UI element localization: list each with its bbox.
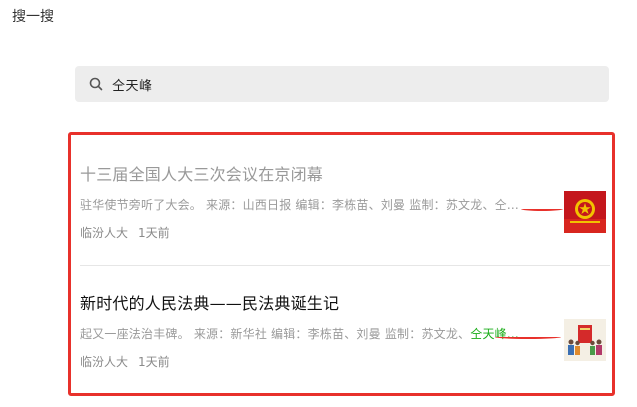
snippet-highlight: 仝天峰... — [470, 327, 519, 341]
annotation-underline — [495, 335, 561, 339]
national-emblem-icon — [564, 191, 606, 233]
civil-code-cover-icon — [564, 319, 606, 361]
snippet-text: 驻华使节旁听了大会。 来源：山西日报 编辑：李栋苗、刘曼 监制：苏文龙、 — [80, 198, 495, 212]
search-page: 搜一搜 仝天峰 十三届全国人大三次会议在京闭幕 驻华使节旁听了大会。 来源：山西… — [0, 0, 637, 407]
search-input[interactable]: 仝天峰 — [112, 75, 153, 94]
results-highlight-box: 十三届全国人大三次会议在京闭幕 驻华使节旁听了大会。 来源：山西日报 编辑：李栋… — [68, 132, 615, 396]
result-time: 1天前 — [138, 226, 170, 240]
result-time: 1天前 — [138, 355, 170, 369]
annotation-underline — [521, 207, 563, 211]
snippet-highlight: 仝... — [494, 198, 519, 212]
result-snippet: 起又一座法治丰碑。 来源：新华社 编辑：李栋苗、刘曼 监制：苏文龙、仝天峰... — [80, 325, 610, 342]
result-source: 临汾人大 — [80, 355, 129, 369]
result-source: 临汾人大 — [80, 226, 129, 240]
result-title[interactable]: 十三届全国人大三次会议在京闭幕 — [80, 161, 610, 185]
search-result-item[interactable]: 十三届全国人大三次会议在京闭幕 驻华使节旁听了大会。 来源：山西日报 编辑：李栋… — [80, 161, 610, 241]
snippet-text: 起又一座法治丰碑。 来源：新华社 编辑：李栋苗、刘曼 监制：苏文龙、 — [80, 327, 471, 341]
page-title: 搜一搜 — [12, 9, 54, 25]
result-divider — [80, 265, 610, 266]
result-meta: 临汾人大 1天前 — [80, 224, 610, 241]
search-result-item[interactable]: 新时代的人民法典——民法典诞生记 起又一座法治丰碑。 来源：新华社 编辑：李栋苗… — [80, 290, 610, 370]
search-icon — [89, 77, 103, 91]
search-bar[interactable]: 仝天峰 — [75, 66, 609, 102]
result-title[interactable]: 新时代的人民法典——民法典诞生记 — [80, 290, 610, 314]
result-meta: 临汾人大 1天前 — [80, 353, 610, 370]
